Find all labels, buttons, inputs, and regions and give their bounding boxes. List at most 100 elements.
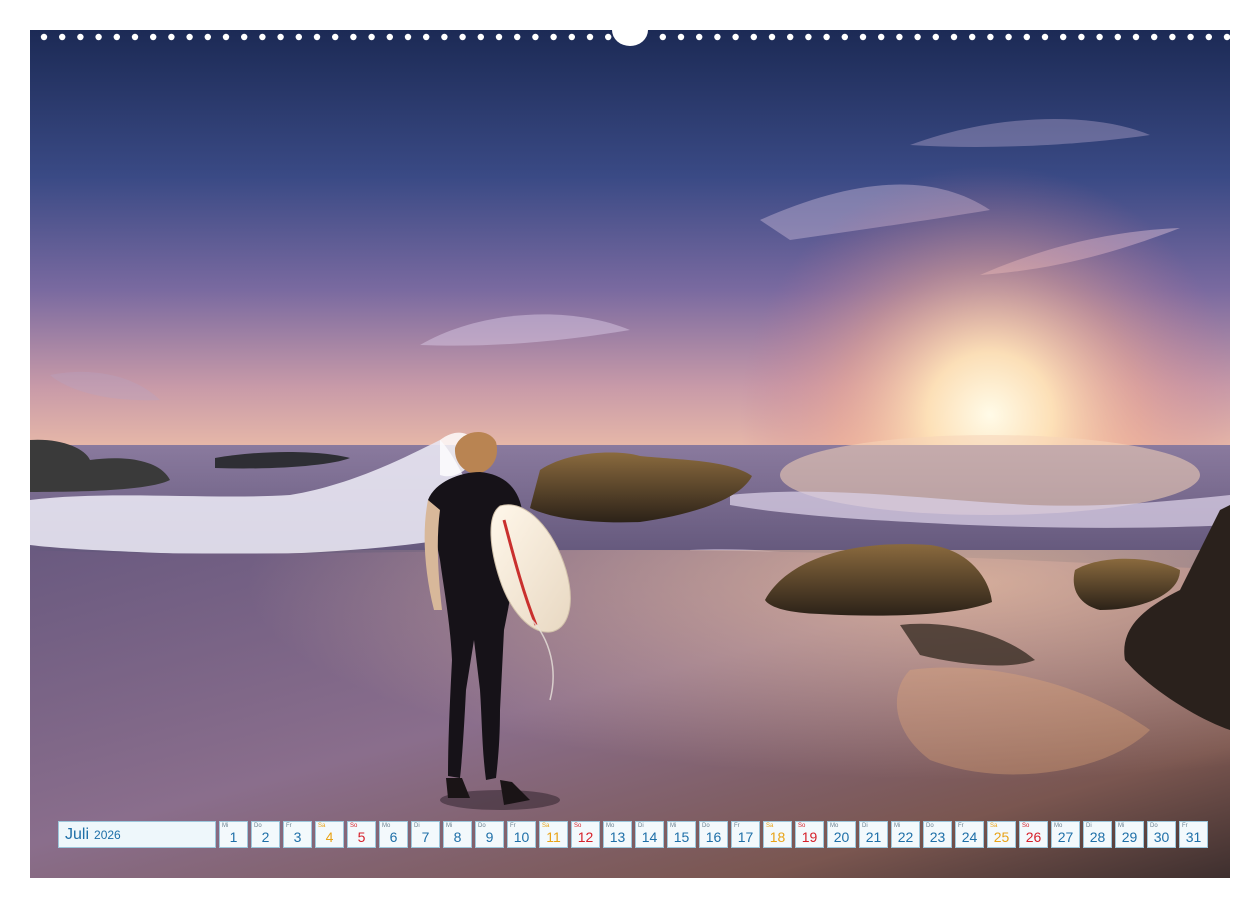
calendar-day-cell: Mo 20 [827,821,856,848]
spiral-binding [40,30,1230,46]
binding-hole [750,33,757,41]
binding-hole [841,33,848,41]
day-number: 26 [1025,829,1042,845]
binding-hole [477,33,484,41]
day-number: 14 [641,829,658,845]
day-number: 27 [1057,829,1074,845]
binding-hole [659,33,666,41]
weekday-label: Mi [446,823,453,829]
binding-hole [550,33,557,41]
binding-hole [1096,33,1103,41]
binding-hole [1223,33,1230,41]
calendar-day-cell: Mo 6 [379,821,408,848]
day-number: 20 [833,829,850,845]
binding-hole [987,33,994,41]
calendar-day-cell: Do 9 [475,821,504,848]
binding-hole [514,33,521,41]
binding-hole [823,33,830,41]
calendar-day-cell: Mi 29 [1115,821,1144,848]
calendar-day-cell: Sa 4 [315,821,344,848]
binding-hole [368,33,375,41]
binding-hole [404,33,412,41]
weekday-label: Fr [286,823,292,829]
calendar-day-cell: Do 30 [1147,821,1176,848]
calendar-day-cell: Do 23 [923,821,952,848]
weekday-label: Di [414,823,420,829]
binding-hole [1151,33,1158,41]
binding-hole [313,33,321,41]
day-number: 9 [485,829,494,845]
binding-hole [950,33,958,41]
calendar-day-cell: Mi 22 [891,821,920,848]
binding-hole [1132,33,1140,41]
calendar-day-cell: Mo 27 [1051,821,1080,848]
binding-hole [878,33,885,41]
day-number: 18 [769,829,786,845]
day-number: 21 [865,829,882,845]
binding-hole [40,33,48,41]
binding-hole [277,33,284,41]
day-number: 2 [261,829,270,845]
month-year: 2026 [94,827,121,842]
binding-hole [677,33,685,41]
month-label: Juli 2026 [58,821,216,848]
calendar-day-cell: Sa 18 [763,821,792,848]
binding-hole [259,33,266,41]
binding-hole [168,33,175,41]
calendar-day-cell: Di 28 [1083,821,1112,848]
binding-hole [332,33,339,41]
binding-hole [222,33,230,41]
binding-hole [1205,33,1213,41]
binding-hole [696,33,703,41]
binding-hole [59,33,66,41]
calendar-day-cell: So 5 [347,821,376,848]
weekday-label: Do [254,823,262,829]
day-number: 29 [1121,829,1138,845]
binding-hole [113,33,121,41]
weekday-label: Sa [318,823,326,829]
calendar-day-cell: Mi 1 [219,821,248,848]
hanger-notch [612,30,648,46]
calendar-day-cell: Sa 25 [987,821,1016,848]
day-number: 17 [737,829,754,845]
binding-hole [914,33,921,41]
day-number: 6 [389,829,398,845]
calendar-day-cell: Mo 13 [603,821,632,848]
calendar-day-cell: Mi 15 [667,821,696,848]
binding-hole [586,33,594,41]
day-number: 19 [801,829,818,845]
calendar-day-cell: Fr 3 [283,821,312,848]
day-number: 11 [546,829,561,845]
day-number: 3 [293,829,302,845]
binding-hole [186,33,193,41]
day-number: 23 [929,829,946,845]
day-number: 15 [673,829,690,845]
binding-hole [459,33,466,41]
day-number: 30 [1153,829,1170,845]
day-number: 10 [513,829,530,845]
weekday-label: So [350,823,358,829]
binding-hole [732,33,739,41]
binding-hole [423,33,430,41]
calendar-day-cell: Mi 8 [443,821,472,848]
binding-hole [932,33,939,41]
calendar-day-cell: So 26 [1019,821,1048,848]
calendar-day-cell: Fr 31 [1179,821,1208,848]
binding-hole [859,33,867,41]
weekday-label: Mi [222,823,229,829]
binding-hole [896,33,903,41]
binding-hole [714,33,721,41]
binding-hole [295,33,302,41]
calendar-strip: Juli 2026 Mi 1 Do 2 Fr 3 Sa 4 So 5 Mo 6 Di 7 Mi 8 Do 9 Fr 1… [58,821,1208,850]
binding-hole [532,33,539,41]
binding-hole [1041,33,1049,41]
day-number: 12 [577,829,594,845]
binding-hole [204,33,211,41]
beach-photo [30,30,1230,878]
calendar-day-cell: Do 16 [699,821,728,848]
binding-hole [805,33,812,41]
calendar-page: Juli 2026 Mi 1 Do 2 Fr 3 Sa 4 So 5 Mo 6 Di 7 Mi 8 Do 9 Fr 1… [0,0,1260,908]
binding-hole [1060,33,1067,41]
calendar-day-cell: Fr 24 [955,821,984,848]
day-number: 5 [357,829,366,845]
